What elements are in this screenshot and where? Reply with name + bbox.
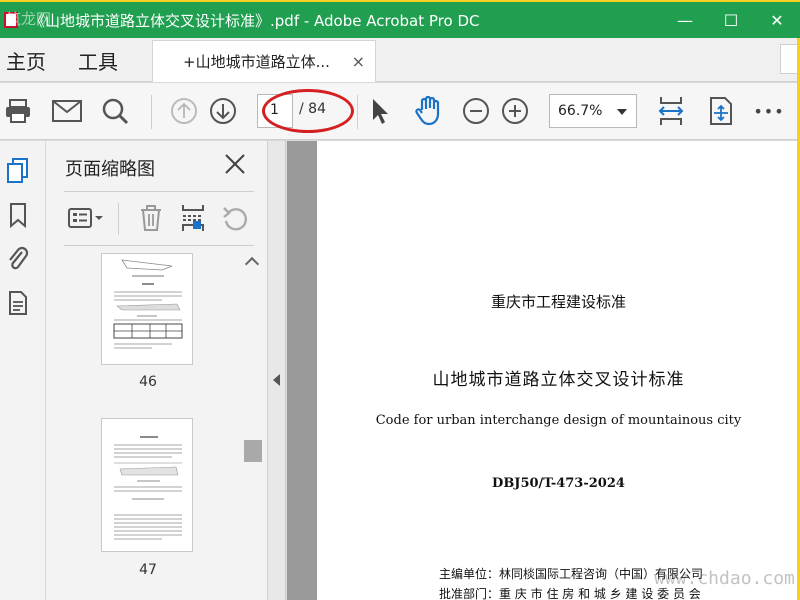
zoom-in-icon[interactable] [499,95,531,127]
close-window-button[interactable]: ✕ [754,2,800,38]
zoom-select[interactable]: 66.7% [549,94,637,128]
toolbar: 1 / 84 66.7% ••• [0,83,800,140]
document-standard-type: 重庆市工程建设标准 [490,293,626,311]
chevron-down-icon [617,109,627,115]
toolbar-divider [151,95,152,129]
bookmark-icon[interactable] [5,201,31,229]
scroll-up-icon[interactable] [244,256,260,272]
red-annotation-circle [262,89,354,133]
extract-page-icon[interactable] [176,201,210,235]
document-view: 重庆市工程建设标准 山地城市道路立体交叉设计标准 Code for urban … [287,141,800,600]
menu-home[interactable]: 主页 [6,38,46,82]
attachment-icon[interactable] [5,245,31,273]
rotate-page-icon[interactable] [218,201,252,235]
document-title: 山地城市道路立体交叉设计标准 [432,370,685,390]
document-tab[interactable]: +山地城市道路立体... × [152,40,376,82]
scrollbar-thumb[interactable] [244,440,262,462]
navigation-rail [0,141,46,600]
panel-divider [64,245,254,246]
fit-page-icon[interactable] [655,95,687,127]
page-thumbnail-46[interactable] [101,253,193,365]
title-bar: 《山地城市道路立体交叉设计标准》.pdf - Adobe Acrobat Pro… [0,0,800,38]
panel-divider [64,191,254,192]
zoom-value: 66.7% [558,103,603,119]
page-thumbnails-icon[interactable] [5,157,31,185]
watermark-top: 筑龙网 [6,10,52,28]
toolbar-divider [357,95,358,129]
thumbnail-options-icon[interactable] [66,201,106,235]
tab-bar: 主页 工具 +山地城市道路立体... × [0,38,800,82]
menu-tools[interactable]: 工具 [78,38,118,82]
document-tab-close-button[interactable]: × [352,52,365,71]
delete-page-icon[interactable] [134,201,168,235]
email-icon[interactable] [51,95,83,127]
window-title: 《山地城市道路立体交叉设计标准》.pdf - Adobe Acrobat Pro… [30,11,480,30]
document-tab-label: +山地城市道路立体... [183,53,330,71]
hand-tool-icon[interactable] [412,95,444,127]
more-options-icon[interactable]: ••• [753,95,785,127]
next-page-icon[interactable] [207,95,239,127]
document-properties-icon[interactable] [5,289,31,317]
thumbnail-page-number: 47 [139,562,157,578]
full-screen-icon[interactable] [705,95,737,127]
document-page: 重庆市工程建设标准 山地城市道路立体交叉设计标准 Code for urban … [317,141,800,600]
document-code: DBJ50/T-473-2024 [492,476,625,491]
page-thumbnail-47[interactable] [101,418,193,552]
thumbnail-panel: 页面缩略图 46 47 [46,141,268,600]
panel-title: 页面缩略图 [65,159,155,180]
subtoolbar-divider [118,203,119,235]
zoom-out-icon[interactable] [460,95,492,127]
watermark-bottom: www.chdao.com [654,568,795,589]
maximize-button[interactable]: ☐ [708,2,754,38]
minimize-button[interactable]: — [662,2,708,38]
close-panel-icon[interactable] [222,151,248,177]
window-controls: — ☐ ✕ [662,2,800,38]
print-icon[interactable] [2,95,34,127]
previous-page-icon[interactable] [168,95,200,127]
collapse-panel-handle[interactable] [268,141,286,600]
search-icon[interactable] [99,95,131,127]
select-cursor-icon[interactable] [364,95,396,127]
document-english-title: Code for urban interchange design of mou… [375,413,742,428]
thumbnail-page-number: 46 [139,374,157,390]
thumbnail-scrollbar[interactable] [243,247,263,600]
collapse-arrow-icon [273,374,280,386]
